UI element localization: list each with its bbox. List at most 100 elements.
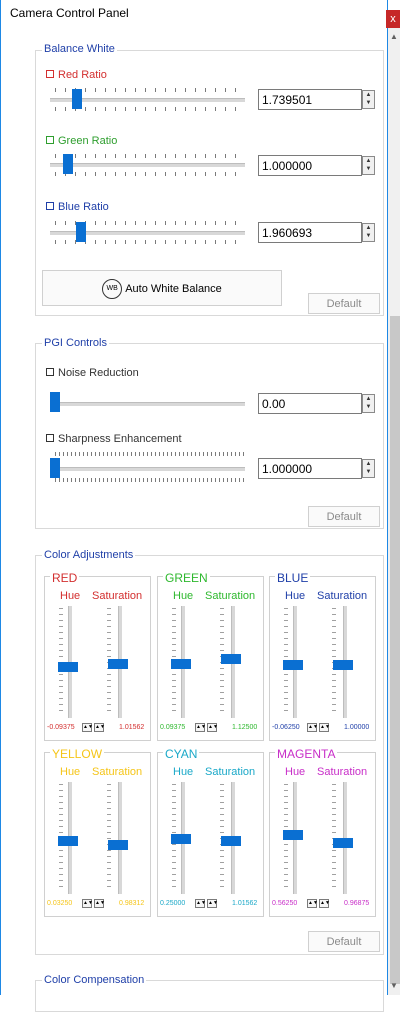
sharpness-enhancement-label-text: Sharpness Enhancement	[58, 433, 182, 445]
hue-slider-thumb[interactable]	[171, 659, 191, 669]
hue-stepper[interactable]: ▲▼	[195, 899, 206, 908]
green-ratio-input[interactable]: 1.000000	[258, 155, 362, 176]
scroll-down-arrow-icon[interactable]: ▼	[388, 979, 400, 993]
noise-reduction-slider-thumb[interactable]	[50, 392, 60, 412]
saturation-slider-thumb[interactable]	[221, 654, 241, 664]
hue-stepper[interactable]: ▲▼	[82, 899, 93, 908]
saturation-label: Saturation	[317, 590, 368, 602]
hue-stepper[interactable]: ▲▼	[195, 723, 206, 732]
hue-label: Hue	[173, 766, 194, 778]
window-border-left	[0, 0, 1, 995]
saturation-value: 1.00000	[344, 724, 370, 731]
noise-checkbox-icon	[46, 368, 54, 377]
color-group-title: RED	[50, 571, 80, 585]
noise-reduction-track[interactable]	[50, 402, 245, 406]
color-group-title: GREEN	[163, 571, 210, 585]
hue-label: Hue	[60, 590, 81, 602]
saturation-value: 0.98312	[119, 900, 145, 907]
auto-white-balance-button[interactable]: WB Auto White Balance	[42, 270, 282, 306]
green-ratio-track[interactable]	[50, 163, 245, 167]
close-button[interactable]: x	[386, 10, 400, 28]
hue-label: Hue	[173, 590, 194, 602]
saturation-label: Saturation	[92, 590, 143, 602]
red-ratio-ticks-bottom	[55, 107, 245, 111]
saturation-stepper[interactable]: ▲▼	[207, 899, 218, 908]
saturation-value: 1.01562	[232, 900, 258, 907]
pgi-controls-label: PGI Controls	[42, 337, 109, 349]
saturation-label: Saturation	[92, 766, 143, 778]
hue-stepper[interactable]: ▲▼	[307, 899, 318, 908]
sharpness-enhancement-label: Sharpness Enhancement	[46, 433, 182, 445]
saturation-value: 0.96875	[344, 900, 370, 907]
green-ratio-spinner[interactable]: ▲ ▼	[362, 156, 375, 175]
green-ratio-ticks-top	[55, 154, 245, 158]
color-group-title: YELLOW	[50, 747, 105, 761]
green-ratio-slider-thumb[interactable]	[62, 154, 73, 174]
blue-checkbox-icon	[46, 202, 54, 211]
color-adjustments-label: Color Adjustments	[42, 549, 136, 561]
green-checkbox-icon	[46, 136, 54, 145]
hue-label: Hue	[285, 590, 306, 602]
saturation-label: Saturation	[205, 766, 256, 778]
hue-value: 0.56250	[272, 900, 298, 907]
hue-label: Hue	[60, 766, 81, 778]
saturation-stepper[interactable]: ▲▼	[207, 723, 218, 732]
saturation-value: 1.01562	[119, 724, 145, 731]
saturation-slider-thumb[interactable]	[333, 660, 353, 670]
saturation-slider-thumb[interactable]	[221, 836, 241, 846]
pgi-default-button[interactable]: Default	[308, 506, 380, 527]
saturation-label: Saturation	[317, 766, 368, 778]
saturation-stepper[interactable]: ▲▼	[94, 723, 105, 732]
hue-value: 0.09375	[160, 724, 186, 731]
blue-ratio-spinner[interactable]: ▲ ▼	[362, 223, 375, 242]
saturation-stepper[interactable]: ▲▼	[94, 899, 105, 908]
hue-value: -0.06250	[272, 724, 300, 731]
sharpness-ticks-bottom	[55, 478, 245, 482]
red-ratio-input[interactable]: 1.739501	[258, 89, 362, 110]
hue-slider-thumb[interactable]	[58, 662, 78, 672]
noise-reduction-label-text: Noise Reduction	[58, 367, 139, 379]
blue-ratio-slider-thumb[interactable]	[75, 222, 86, 242]
red-ratio-ticks-top	[55, 88, 245, 92]
green-ratio-ticks-bottom	[55, 172, 245, 176]
red-ratio-spinner[interactable]: ▲ ▼	[362, 90, 375, 109]
hue-slider-thumb[interactable]	[283, 830, 303, 840]
saturation-slider-thumb[interactable]	[108, 840, 128, 850]
saturation-stepper[interactable]: ▲▼	[319, 723, 330, 732]
color-compensation-label: Color Compensation	[42, 974, 147, 986]
sharpness-enhancement-slider-thumb[interactable]	[50, 458, 60, 478]
sharpness-ticks-top	[55, 452, 245, 456]
sharpness-enhancement-input[interactable]: 1.000000	[258, 458, 362, 479]
noise-reduction-spinner[interactable]: ▲ ▼	[362, 394, 375, 413]
hue-slider-thumb[interactable]	[58, 836, 78, 846]
saturation-stepper[interactable]: ▲▼	[319, 899, 330, 908]
sharpness-enhancement-track[interactable]	[50, 467, 245, 471]
red-ratio-label-text: Red Ratio	[58, 69, 107, 81]
sharpness-enhancement-spinner[interactable]: ▲ ▼	[362, 459, 375, 478]
scroll-up-arrow-icon[interactable]: ▲	[388, 30, 400, 44]
color-adjustments-default-button[interactable]: Default	[308, 931, 380, 952]
saturation-slider-track[interactable]	[118, 782, 122, 894]
color-group-title: MAGENTA	[275, 747, 338, 761]
hue-label: Hue	[285, 766, 306, 778]
saturation-slider-thumb[interactable]	[108, 659, 128, 669]
balance-white-label: Balance White	[42, 43, 117, 55]
blue-ratio-label-text: Blue Ratio	[58, 201, 109, 213]
hue-stepper[interactable]: ▲▼	[82, 723, 93, 732]
hue-stepper[interactable]: ▲▼	[307, 723, 318, 732]
balance-white-default-button[interactable]: Default	[308, 293, 380, 314]
noise-reduction-input[interactable]: 0.00	[258, 393, 362, 414]
saturation-ticks	[107, 784, 111, 892]
wb-icon: WB	[102, 279, 123, 300]
blue-ratio-input[interactable]: 1.960693	[258, 222, 362, 243]
noise-reduction-label: Noise Reduction	[46, 367, 139, 379]
hue-value: 0.25000	[160, 900, 186, 907]
hue-slider-thumb[interactable]	[171, 834, 191, 844]
window-title: Camera Control Panel	[10, 6, 129, 20]
hue-slider-thumb[interactable]	[283, 660, 303, 670]
color-group-title: CYAN	[163, 747, 200, 761]
sharpness-checkbox-icon	[46, 434, 54, 443]
red-ratio-slider-thumb[interactable]	[72, 89, 83, 109]
scrollbar-thumb[interactable]	[390, 316, 400, 984]
saturation-slider-thumb[interactable]	[333, 838, 353, 848]
